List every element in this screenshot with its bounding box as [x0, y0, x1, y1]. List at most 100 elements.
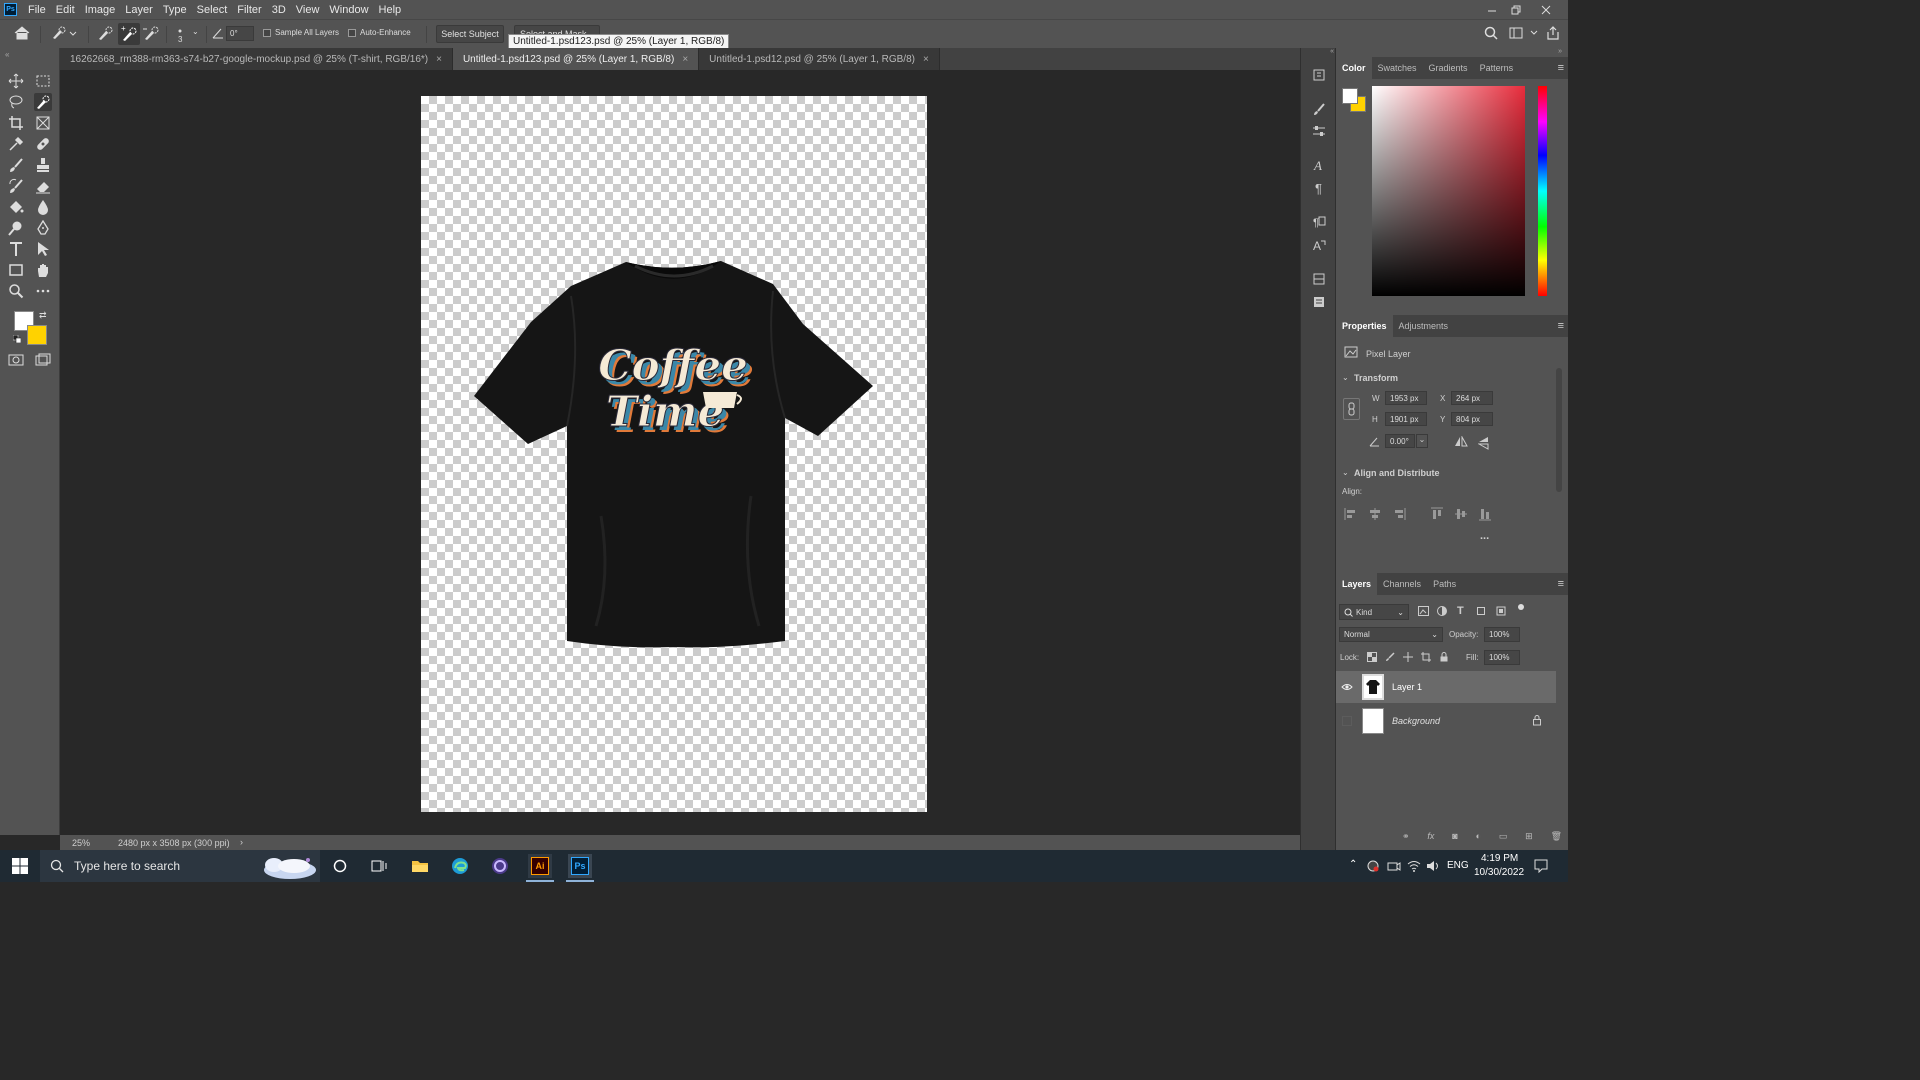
brush-tool[interactable] [7, 156, 25, 174]
lock-all-button[interactable] [1439, 652, 1449, 662]
share-button[interactable] [1546, 26, 1560, 40]
link-layers-icon[interactable]: ⚭ [1402, 831, 1410, 845]
libraries-button[interactable] [1310, 270, 1328, 288]
close-tab-icon[interactable]: × [682, 54, 688, 65]
color-field[interactable] [1372, 86, 1525, 296]
layer-filter-kind-dropdown[interactable]: Kind ⌄ [1339, 604, 1409, 620]
width-input[interactable]: 1953 px [1385, 391, 1427, 405]
restore-button[interactable] [1504, 0, 1528, 19]
adjustments-button[interactable] [1310, 122, 1328, 140]
close-tab-icon[interactable]: × [923, 54, 929, 65]
menu-window[interactable]: Window [324, 4, 373, 16]
align-right-edges-button[interactable] [1392, 507, 1406, 521]
align-left-edges-button[interactable] [1344, 507, 1358, 521]
menu-view[interactable]: View [291, 4, 325, 16]
align-bottom-edges-button[interactable] [1478, 507, 1492, 521]
quick-selection-tool[interactable] [34, 93, 52, 111]
tab-paths[interactable]: Paths [1427, 573, 1462, 595]
menu-filter[interactable]: Filter [232, 4, 266, 16]
menu-edit[interactable]: Edit [51, 4, 80, 16]
rotation-input[interactable]: 0.00° [1385, 434, 1415, 448]
tab-adjustments[interactable]: Adjustments [1393, 315, 1455, 337]
minimize-button[interactable] [1480, 0, 1504, 19]
show-hidden-icons-chevron-icon[interactable]: ⌃ [1349, 859, 1357, 870]
visibility-toggle[interactable] [1336, 716, 1358, 726]
history-brush-tool[interactable] [7, 177, 25, 195]
start-button[interactable] [8, 854, 32, 878]
chevron-down-icon[interactable]: ⌄ [1342, 373, 1349, 382]
trash-icon[interactable]: 🗑 [1551, 831, 1562, 845]
x-input[interactable]: 264 px [1451, 391, 1493, 405]
menu-select[interactable]: Select [192, 4, 233, 16]
document-canvas[interactable]: Coffee Coffee Coffee Time Time Time [421, 96, 927, 812]
quick-mask-button[interactable] [7, 351, 25, 369]
task-view-button[interactable] [367, 854, 391, 878]
wifi-tray-icon[interactable] [1407, 860, 1421, 872]
chevron-down-icon[interactable]: ⌄ [1342, 468, 1349, 477]
screen-mode-button[interactable] [34, 351, 52, 369]
cortana-button[interactable] [328, 854, 352, 878]
opacity-input[interactable]: 100% [1484, 627, 1520, 642]
angle-input[interactable]: 0° [226, 26, 254, 41]
select-subject-button[interactable]: Select Subject [436, 25, 504, 43]
clock-date[interactable]: 10/30/2022 [1474, 867, 1524, 878]
fx-icon[interactable]: fx [1427, 831, 1434, 845]
height-input[interactable]: 1901 px [1385, 412, 1427, 426]
paint-bucket-tool[interactable] [7, 198, 25, 216]
filter-pixel-layers-button[interactable] [1418, 606, 1429, 616]
language-indicator[interactable]: ENG [1447, 860, 1469, 871]
close-tab-icon[interactable]: × [436, 54, 442, 65]
blend-mode-dropdown[interactable]: Normal ⌄ [1339, 627, 1443, 642]
tab-patterns[interactable]: Patterns [1474, 57, 1520, 79]
menu-type[interactable]: Type [158, 4, 192, 16]
filter-smart-objects-button[interactable] [1496, 606, 1506, 616]
flip-horizontal-button[interactable] [1454, 436, 1468, 448]
tab-properties[interactable]: Properties [1336, 315, 1393, 337]
history-panel-button[interactable] [1310, 66, 1328, 84]
paragraph-styles-button[interactable]: ¶ [1310, 212, 1328, 230]
frame-tool[interactable] [34, 114, 52, 132]
add-to-selection-mode[interactable]: + [118, 23, 140, 45]
file-explorer-button[interactable] [408, 854, 432, 878]
search-button[interactable] [1484, 26, 1498, 40]
lock-position-button[interactable] [1403, 652, 1413, 662]
antivirus-tray-icon[interactable] [1367, 860, 1379, 872]
tab-color[interactable]: Color [1336, 57, 1372, 79]
marquee-tool[interactable] [34, 72, 52, 90]
collapse-dock-icon[interactable]: » [1336, 48, 1568, 56]
home-button[interactable] [13, 25, 31, 41]
filter-toggle-switch[interactable] [1518, 604, 1524, 610]
add-mask-icon[interactable]: ◙ [1452, 831, 1457, 845]
rectangle-tool[interactable] [7, 261, 25, 279]
volume-tray-icon[interactable] [1426, 860, 1440, 872]
close-window-button[interactable] [1534, 0, 1558, 19]
clock-time[interactable]: 4:19 PM [1481, 853, 1518, 864]
panel-menu-icon[interactable]: ≡ [1558, 320, 1564, 332]
filter-shape-layers-button[interactable] [1476, 606, 1486, 616]
more-tools[interactable] [34, 282, 52, 300]
lasso-tool[interactable] [7, 93, 25, 111]
layer-row-layer1[interactable]: Layer 1 [1336, 671, 1556, 703]
lock-transparent-pixels-button[interactable] [1367, 652, 1377, 662]
illustrator-button[interactable]: Ai [528, 854, 552, 878]
hand-tool[interactable] [34, 261, 52, 279]
align-horizontal-centers-button[interactable] [1368, 507, 1382, 521]
eyedropper-tool[interactable] [7, 135, 25, 153]
brush-size-picker[interactable]: 3 ⌄ [174, 25, 200, 44]
new-group-icon[interactable]: ▭ [1499, 831, 1508, 845]
taskbar-search-box[interactable]: Type here to search [40, 850, 320, 882]
dodge-tool[interactable] [7, 219, 25, 237]
lock-artboard-button[interactable] [1421, 652, 1431, 662]
type-tool[interactable] [7, 240, 25, 258]
paragraph-panel-button[interactable]: ¶ [1310, 179, 1328, 197]
zoom-tool[interactable] [7, 282, 25, 300]
notifications-button[interactable] [1534, 859, 1548, 873]
y-input[interactable]: 804 px [1451, 412, 1493, 426]
more-options-button[interactable]: ... [1480, 530, 1489, 542]
align-vertical-centers-button[interactable] [1454, 507, 1468, 521]
tab-gradients[interactable]: Gradients [1423, 57, 1474, 79]
photoshop-taskbar-button[interactable]: Ps [568, 854, 592, 878]
tab-channels[interactable]: Channels [1377, 573, 1427, 595]
auto-enhance-checkbox[interactable]: Auto-Enhance [348, 28, 411, 37]
tab-untitled-psd123[interactable]: Untitled-1.psd123.psd @ 25% (Layer 1, RG… [452, 48, 700, 70]
